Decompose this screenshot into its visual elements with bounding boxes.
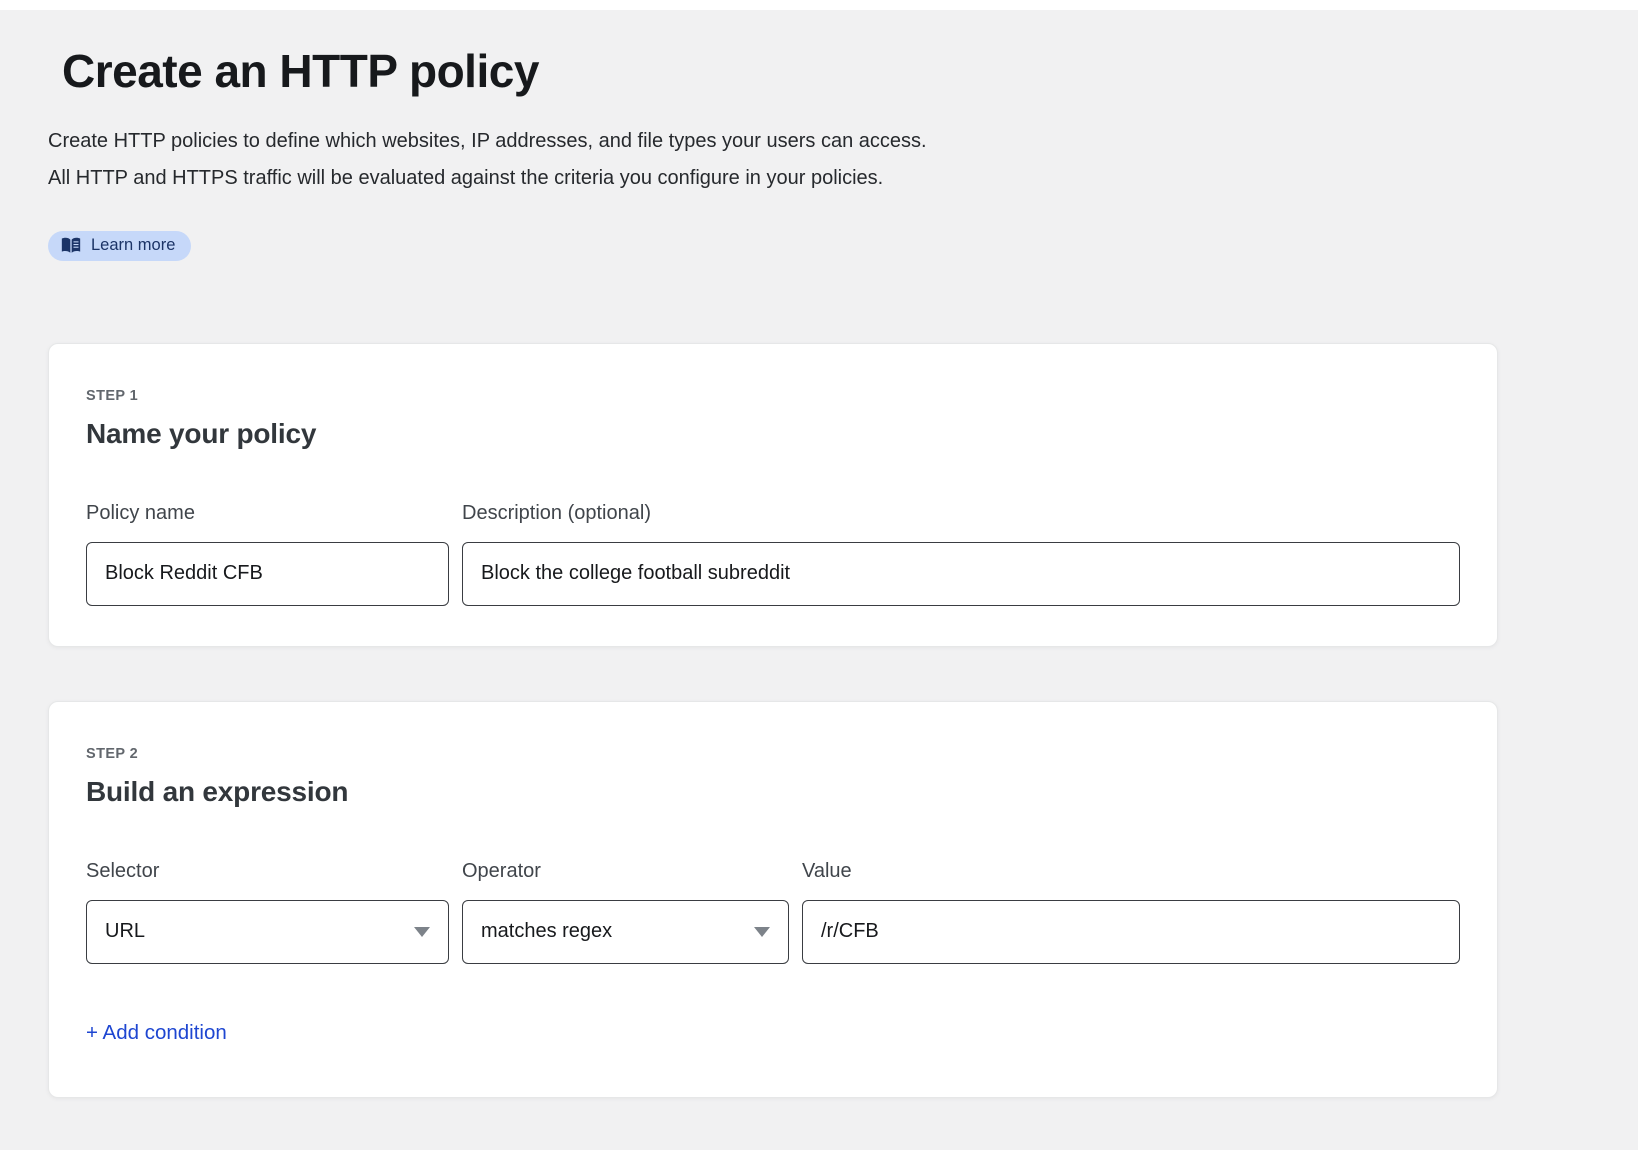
book-icon — [61, 237, 81, 254]
page-title: Create an HTTP policy — [62, 46, 1498, 97]
chevron-down-icon — [754, 927, 770, 937]
description-label: Description (optional) — [462, 502, 1460, 525]
step1-label: STEP 1 — [86, 388, 1460, 404]
operator-dropdown[interactable]: matches regex — [462, 900, 789, 964]
learn-more-button[interactable]: Learn more — [48, 231, 191, 261]
step2-card: STEP 2 Build an expression Selector URL … — [48, 701, 1498, 1098]
top-edge-strip — [0, 0, 1638, 10]
step1-fields-row: Policy name Description (optional) — [86, 502, 1460, 606]
create-http-policy-page: Create an HTTP policy Create HTTP polici… — [0, 46, 1638, 1098]
operator-selected-value: matches regex — [481, 920, 612, 943]
operator-field: Operator matches regex — [462, 860, 789, 964]
expression-builder-row: Selector URL Operator matches regex Valu… — [86, 860, 1460, 964]
operator-label: Operator — [462, 860, 789, 883]
policy-name-field: Policy name — [86, 502, 449, 606]
policy-name-input[interactable] — [86, 542, 449, 606]
selector-field: Selector URL — [86, 860, 449, 964]
value-input[interactable] — [802, 900, 1460, 964]
policy-name-label: Policy name — [86, 502, 449, 525]
page-description-line1: Create HTTP policies to define which web… — [48, 130, 927, 152]
description-input[interactable] — [462, 542, 1460, 606]
selector-label: Selector — [86, 860, 449, 883]
learn-more-label: Learn more — [91, 236, 175, 255]
step1-heading: Name your policy — [86, 418, 1460, 450]
selector-dropdown[interactable]: URL — [86, 900, 449, 964]
value-field: Value — [802, 860, 1460, 964]
step1-card: STEP 1 Name your policy Policy name Desc… — [48, 343, 1498, 647]
page-description-line2: All HTTP and HTTPS traffic will be evalu… — [48, 167, 883, 189]
chevron-down-icon — [414, 927, 430, 937]
step2-label: STEP 2 — [86, 746, 1460, 762]
add-condition-link[interactable]: + Add condition — [86, 1021, 227, 1045]
step2-heading: Build an expression — [86, 776, 1460, 808]
description-field: Description (optional) — [462, 502, 1460, 606]
page-description: Create HTTP policies to define which web… — [48, 123, 1498, 197]
value-label: Value — [802, 860, 1460, 883]
selector-selected-value: URL — [105, 920, 145, 943]
